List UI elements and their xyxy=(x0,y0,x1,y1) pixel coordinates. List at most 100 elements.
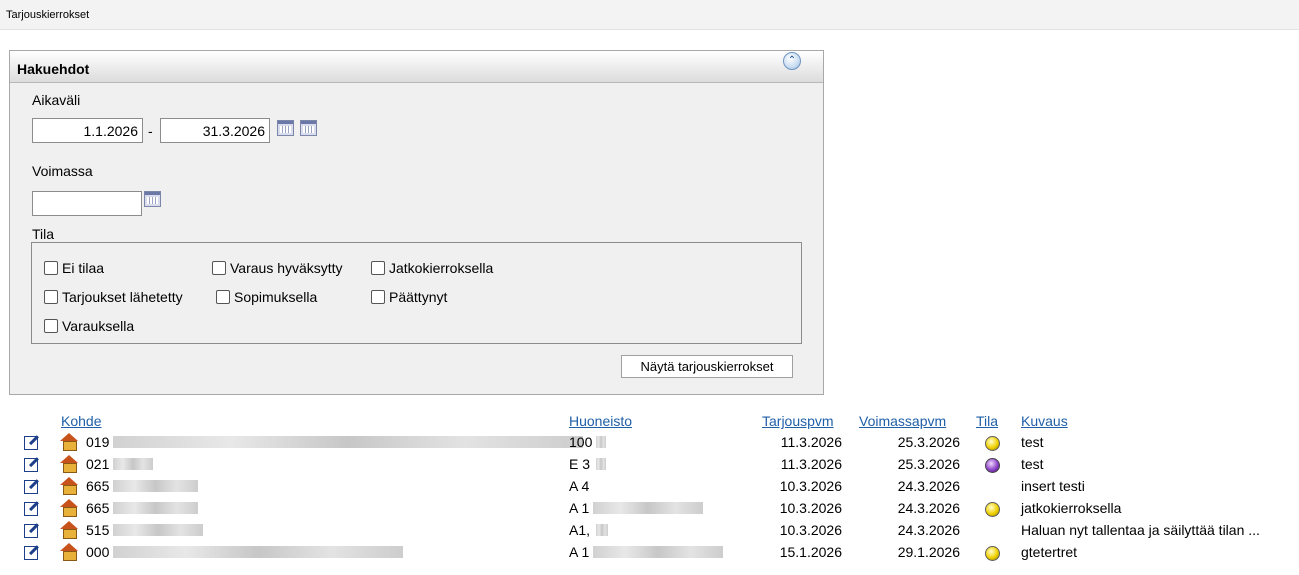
page-header: Tarjouskierrokset xyxy=(0,0,1299,30)
property-icon[interactable] xyxy=(59,543,79,561)
column-header-tila[interactable]: Tila xyxy=(976,413,998,429)
checkbox-sopimuksella[interactable]: Sopimuksella xyxy=(216,289,317,305)
redacted-block xyxy=(113,458,153,470)
table-row: 665 A 1 10.3.2026 24.3.2026 jatkokierroksell… xyxy=(0,497,1299,519)
checkbox-label: Tarjoukset lähetetty xyxy=(62,289,183,305)
edit-icon[interactable] xyxy=(24,501,40,516)
table-row: 019 100 11.3.2026 25.3.2026 test xyxy=(0,431,1299,453)
checkbox-box[interactable] xyxy=(216,290,230,304)
cell-voimassapvm: 25.3.2026 xyxy=(897,434,960,450)
checkbox-varauksella[interactable]: Varauksella xyxy=(44,318,134,334)
cell-kohde: 665 xyxy=(86,478,110,494)
property-icon[interactable] xyxy=(59,499,79,517)
status-purple-icon xyxy=(985,458,1000,473)
property-icon[interactable] xyxy=(59,521,79,539)
date-from-input[interactable]: 1.1.2026 xyxy=(32,118,143,143)
checkbox-box[interactable] xyxy=(371,261,385,275)
table-row: 021 E 3 11.3.2026 25.3.2026 test xyxy=(0,453,1299,475)
search-panel-header: Hakuehdot ⌃ xyxy=(10,51,823,83)
cell-huoneisto: E 3 xyxy=(569,456,591,472)
calendar-to-icon[interactable] xyxy=(300,120,317,136)
checkbox-box[interactable] xyxy=(44,319,58,333)
cell-tarjouspvm: 10.3.2026 xyxy=(779,500,842,516)
cell-tarjouspvm: 11.3.2026 xyxy=(780,456,842,472)
property-icon[interactable] xyxy=(59,433,79,451)
cell-kuvaus: insert testi xyxy=(1021,478,1085,494)
cell-kuvaus: jatkokierroksella xyxy=(1021,500,1122,516)
cell-voimassapvm: 24.3.2026 xyxy=(897,478,960,494)
checkbox-box[interactable] xyxy=(44,290,58,304)
period-label: Aikaväli xyxy=(32,92,81,108)
cell-huoneisto: A1, xyxy=(569,522,591,538)
column-header-kuvaus[interactable]: Kuvaus xyxy=(1021,413,1068,429)
cell-kohde: 021 xyxy=(86,456,110,472)
checkbox-label: Jatkokierroksella xyxy=(389,260,494,276)
edit-icon[interactable] xyxy=(24,435,40,450)
redacted-block xyxy=(596,524,608,536)
redacted-block xyxy=(596,436,606,448)
redacted-block xyxy=(593,502,703,514)
cell-voimassapvm: 24.3.2026 xyxy=(897,500,960,516)
checkbox-box[interactable] xyxy=(44,261,58,275)
redacted-block xyxy=(113,480,198,492)
cell-huoneisto: A 1 xyxy=(569,500,590,516)
cell-tarjouspvm: 10.3.2026 xyxy=(779,478,842,494)
checkbox-label: Varauksella xyxy=(62,318,135,334)
checkbox-paattynyt[interactable]: Päättynyt xyxy=(371,289,447,305)
column-header-huoneisto[interactable]: Huoneisto xyxy=(569,413,632,429)
date-separator: - xyxy=(148,123,153,139)
cell-huoneisto: A 1 xyxy=(569,544,590,560)
column-header-kohde[interactable]: Kohde xyxy=(61,413,101,429)
table-row: 000 A 1 15.1.2026 29.1.2026 gtetertret xyxy=(0,541,1299,563)
checkbox-jatkokierroksella[interactable]: Jatkokierroksella xyxy=(371,260,493,276)
cell-kohde: 515 xyxy=(86,522,110,538)
edit-icon[interactable] xyxy=(24,479,40,494)
edit-icon[interactable] xyxy=(24,545,40,560)
checkbox-box[interactable] xyxy=(212,261,226,275)
checkbox-ei-tilaa[interactable]: Ei tilaa xyxy=(44,260,104,276)
cell-voimassapvm: 24.3.2026 xyxy=(897,522,960,538)
status-yellow-icon xyxy=(985,436,1000,451)
date-to-input[interactable]: 31.3.2026 xyxy=(160,118,270,143)
checkbox-varaus-hyvaksytty[interactable]: Varaus hyväksytty xyxy=(212,260,343,276)
redacted-block xyxy=(113,546,403,558)
cell-kuvaus: Haluan nyt tallentaa ja säilyttää tilan … xyxy=(1021,522,1260,538)
cell-kohde: 019 xyxy=(86,434,110,450)
cell-kohde: 665 xyxy=(86,500,110,516)
redacted-block xyxy=(113,502,198,514)
page-title: Tarjouskierrokset xyxy=(6,9,90,21)
calendar-from-icon[interactable] xyxy=(277,120,294,136)
search-panel-title: Hakuehdot xyxy=(17,61,90,77)
cell-voimassapvm: 25.3.2026 xyxy=(897,456,960,472)
cell-kuvaus: gtetertret xyxy=(1021,544,1078,560)
property-icon[interactable] xyxy=(59,477,79,495)
checkbox-label: Sopimuksella xyxy=(234,289,318,305)
redacted-block xyxy=(593,546,723,558)
redacted-block xyxy=(113,524,203,536)
checkbox-label: Varaus hyväksytty xyxy=(230,260,343,276)
checkbox-box[interactable] xyxy=(371,290,385,304)
column-header-voimassapvm[interactable]: Voimassapvm xyxy=(859,413,946,429)
checkbox-label: Ei tilaa xyxy=(62,260,105,276)
cell-voimassapvm: 29.1.2026 xyxy=(897,544,960,560)
cell-huoneisto: 100 xyxy=(569,434,593,450)
status-yellow-icon xyxy=(985,502,1000,517)
table-row: 665 A 4 10.3.2026 24.3.2026 insert testi xyxy=(0,475,1299,497)
status-yellow-icon xyxy=(985,546,1000,561)
property-icon[interactable] xyxy=(59,455,79,473)
collapse-icon[interactable]: ⌃ xyxy=(783,52,801,70)
cell-tarjouspvm: 11.3.2026 xyxy=(780,434,842,450)
checkbox-tarjoukset-lahetetty[interactable]: Tarjoukset lähetetty xyxy=(44,289,183,305)
show-offer-rounds-button[interactable]: Näytä tarjouskierrokset xyxy=(621,355,793,378)
cell-kuvaus: test xyxy=(1021,456,1044,472)
calendar-valid-icon[interactable] xyxy=(144,191,161,207)
table-row: 515 A1, 10.3.2026 24.3.2026 Haluan nyt talle… xyxy=(0,519,1299,541)
cell-tarjouspvm: 15.1.2026 xyxy=(779,544,842,560)
cell-huoneisto: A 4 xyxy=(569,478,590,494)
cell-tarjouspvm: 10.3.2026 xyxy=(779,522,842,538)
cell-kohde: 000 xyxy=(86,544,110,560)
edit-icon[interactable] xyxy=(24,457,40,472)
valid-date-input[interactable] xyxy=(32,191,142,216)
column-header-tarjouspvm[interactable]: Tarjouspvm xyxy=(762,413,834,429)
edit-icon[interactable] xyxy=(24,523,40,538)
